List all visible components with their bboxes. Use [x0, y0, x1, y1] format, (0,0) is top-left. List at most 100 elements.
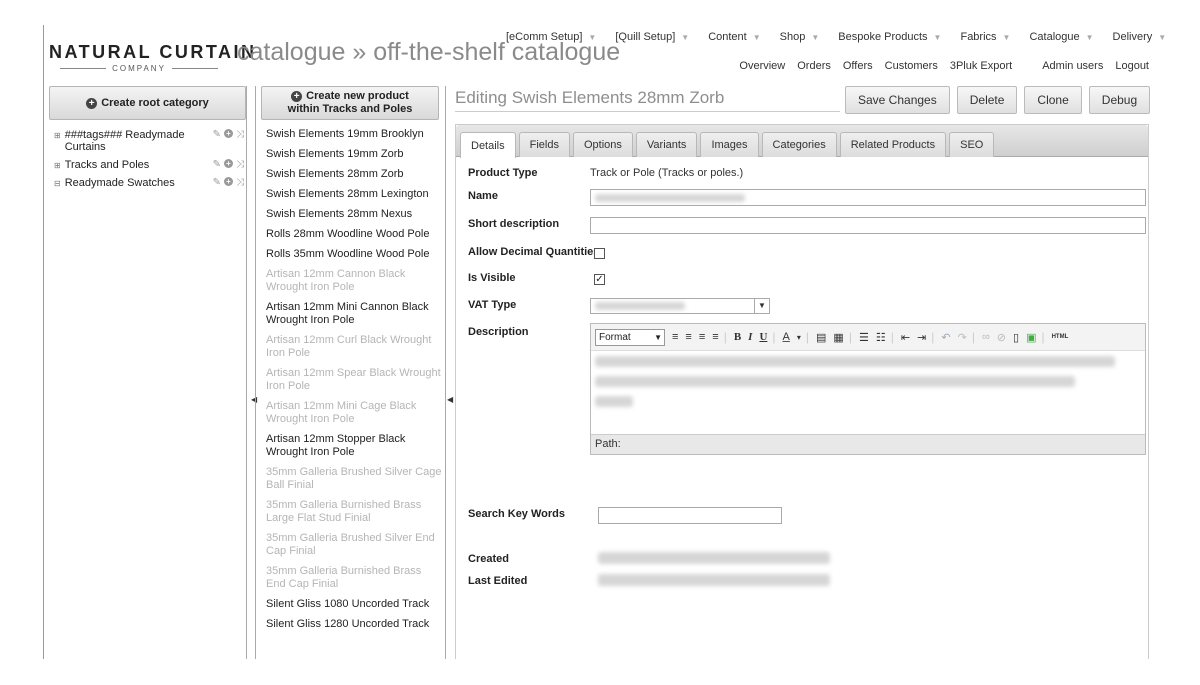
vat-type-select[interactable]: ▼	[590, 298, 770, 314]
expand-icon[interactable]: ⊞	[54, 161, 61, 171]
tab-details[interactable]: Details	[460, 132, 516, 158]
short-description-label: Short description	[468, 218, 560, 230]
category-tools: ✎ + ⤨	[213, 129, 244, 153]
underline-icon[interactable]: U	[759, 331, 767, 343]
allow-decimal-checkbox[interactable]	[594, 248, 605, 259]
product-item[interactable]: Swish Elements 28mm Nexus	[266, 208, 442, 221]
product-item[interactable]: Swish Elements 19mm Zorb	[266, 148, 442, 161]
tab-variants[interactable]: Variants	[635, 132, 698, 157]
nav-ecomm-setup[interactable]: [eComm Setup] ▼	[506, 31, 596, 43]
create-product-button[interactable]: + Create new product within Tracks and Po…	[261, 86, 439, 120]
move-icon[interactable]: ⤨	[236, 159, 244, 171]
tab-seo[interactable]: SEO	[949, 132, 995, 157]
product-item[interactable]: Artisan 12mm Stopper Black Wrought Iron …	[266, 433, 442, 459]
undo-icon[interactable]: ↶	[941, 331, 950, 344]
indent-icon[interactable]: ⇥	[917, 331, 926, 344]
product-item[interactable]: 35mm Galleria Burnished Brass Large Flat…	[266, 499, 442, 525]
is-visible-checkbox[interactable]: ✓	[594, 274, 605, 285]
name-input[interactable]	[590, 189, 1146, 206]
product-item[interactable]: Rolls 35mm Woodline Wood Pole	[266, 248, 442, 261]
subnav-overview[interactable]: Overview	[739, 60, 785, 72]
nav-quill-setup[interactable]: [Quill Setup] ▼	[615, 31, 689, 43]
product-item[interactable]: Silent Gliss 1080 Uncorded Track	[266, 598, 442, 611]
short-description-input[interactable]	[590, 217, 1146, 234]
product-item[interactable]: Artisan 12mm Mini Cannon Black Wrought I…	[266, 301, 442, 327]
align-left-icon[interactable]: ≡	[672, 331, 678, 343]
brand-logo[interactable]: NATURAL CURTAIN COMPANY	[49, 42, 254, 73]
product-item[interactable]: Swish Elements 19mm Brooklyn	[266, 128, 442, 141]
category-item[interactable]: ⊞ Tracks and Poles ✎ + ⤨	[54, 159, 244, 171]
product-item[interactable]: Silent Gliss 1280 Uncorded Track	[266, 618, 442, 631]
tab-related-products[interactable]: Related Products	[839, 132, 947, 157]
subnav-customers[interactable]: Customers	[885, 60, 938, 72]
collapse-icon[interactable]: ⊟	[54, 179, 61, 189]
nav-delivery[interactable]: Delivery ▼	[1113, 31, 1167, 43]
subnav-logout[interactable]: Logout	[1115, 60, 1149, 72]
tab-images[interactable]: Images	[700, 132, 759, 157]
subnav-orders[interactable]: Orders	[797, 60, 831, 72]
collapse-product-panel-icon[interactable]: ◀	[447, 395, 453, 404]
create-root-category-button[interactable]: + Create root category	[49, 86, 246, 120]
paste-icon[interactable]: ▤	[816, 331, 826, 344]
chevron-down-icon[interactable]: ▾	[797, 333, 801, 342]
category-item[interactable]: ⊞ ###tags### Readymade Curtains ✎ + ⤨	[54, 129, 244, 153]
description-editor[interactable]: Format ▼ ≡ ≡ ≡ ≡ | B I U | A ▾ | ▤ ▦ | ☰ …	[590, 323, 1146, 455]
align-center-icon[interactable]: ≡	[685, 331, 691, 343]
nav-shop[interactable]: Shop ▼	[780, 31, 820, 43]
edit-icon[interactable]: ✎	[213, 129, 221, 153]
justify-icon[interactable]: ≡	[712, 331, 718, 343]
product-item[interactable]: Artisan 12mm Mini Cage Black Wrought Iro…	[266, 400, 442, 426]
product-item[interactable]: 35mm Galleria Brushed Silver Cage Ball F…	[266, 466, 442, 492]
add-icon[interactable]: +	[224, 129, 233, 138]
text-color-icon[interactable]: A	[783, 331, 790, 343]
align-right-icon[interactable]: ≡	[699, 331, 705, 343]
move-icon[interactable]: ⤨	[236, 177, 244, 189]
product-item[interactable]: Artisan 12mm Cannon Black Wrought Iron P…	[266, 268, 442, 294]
save-changes-button[interactable]: Save Changes	[845, 86, 950, 114]
debug-button[interactable]: Debug	[1088, 86, 1151, 114]
bold-icon[interactable]: B	[734, 331, 741, 343]
bullet-list-icon[interactable]: ☰	[859, 331, 869, 344]
tab-options[interactable]: Options	[572, 132, 633, 157]
product-item[interactable]: Artisan 12mm Curl Black Wrought Iron Pol…	[266, 334, 442, 360]
document-icon[interactable]: ▯	[1013, 331, 1019, 344]
image-icon[interactable]: ▣	[1026, 331, 1036, 344]
product-item[interactable]: Swish Elements 28mm Lexington	[266, 188, 442, 201]
redo-icon[interactable]: ↷	[958, 331, 967, 344]
product-item[interactable]: 35mm Galleria Burnished Brass End Cap Fi…	[266, 565, 442, 591]
subnav-admin-users[interactable]: Admin users	[1042, 60, 1103, 72]
add-icon[interactable]: +	[224, 177, 233, 186]
paste-word-icon[interactable]: ▦	[833, 331, 843, 344]
nav-bespoke-products[interactable]: Bespoke Products ▼	[838, 31, 941, 43]
subnav-offers[interactable]: Offers	[843, 60, 873, 72]
tab-fields[interactable]: Fields	[518, 132, 570, 157]
add-icon[interactable]: +	[224, 159, 233, 168]
edit-icon[interactable]: ✎	[213, 159, 221, 171]
link-icon[interactable]: ∞	[982, 331, 990, 343]
edit-icon[interactable]: ✎	[213, 177, 221, 189]
move-icon[interactable]: ⤨	[236, 129, 244, 153]
nav-catalogue[interactable]: Catalogue ▼	[1029, 31, 1093, 43]
product-item[interactable]: Rolls 28mm Woodline Wood Pole	[266, 228, 442, 241]
numbered-list-icon[interactable]: ☷	[876, 331, 886, 344]
html-source-icon[interactable]: HTML	[1052, 334, 1069, 340]
clone-button[interactable]: Clone	[1024, 86, 1082, 114]
product-item[interactable]: Swish Elements 28mm Zorb	[266, 168, 442, 181]
subnav-3pluk-export[interactable]: 3Pluk Export	[950, 60, 1012, 72]
expand-icon[interactable]: ⊞	[54, 131, 61, 153]
tab-categories[interactable]: Categories	[761, 132, 837, 157]
search-keywords-input[interactable]	[598, 507, 782, 524]
description-content[interactable]	[595, 356, 1135, 407]
product-item[interactable]: Artisan 12mm Spear Black Wrought Iron Po…	[266, 367, 442, 393]
italic-icon[interactable]: I	[748, 331, 752, 343]
delete-button[interactable]: Delete	[956, 86, 1018, 114]
unlink-icon[interactable]: ⊘	[997, 331, 1006, 344]
outdent-icon[interactable]: ⇤	[901, 331, 910, 344]
product-item[interactable]: 35mm Galleria Brushed Silver End Cap Fin…	[266, 532, 442, 558]
category-label: Tracks and Poles	[64, 159, 150, 171]
category-item[interactable]: ⊟ Readymade Swatches ✎ + ⤨	[54, 177, 244, 189]
nav-fabrics[interactable]: Fabrics ▼	[960, 31, 1010, 43]
nav-content[interactable]: Content ▼	[708, 31, 760, 43]
format-select[interactable]: Format ▼	[595, 328, 665, 346]
vat-type-label: VAT Type	[468, 299, 517, 311]
